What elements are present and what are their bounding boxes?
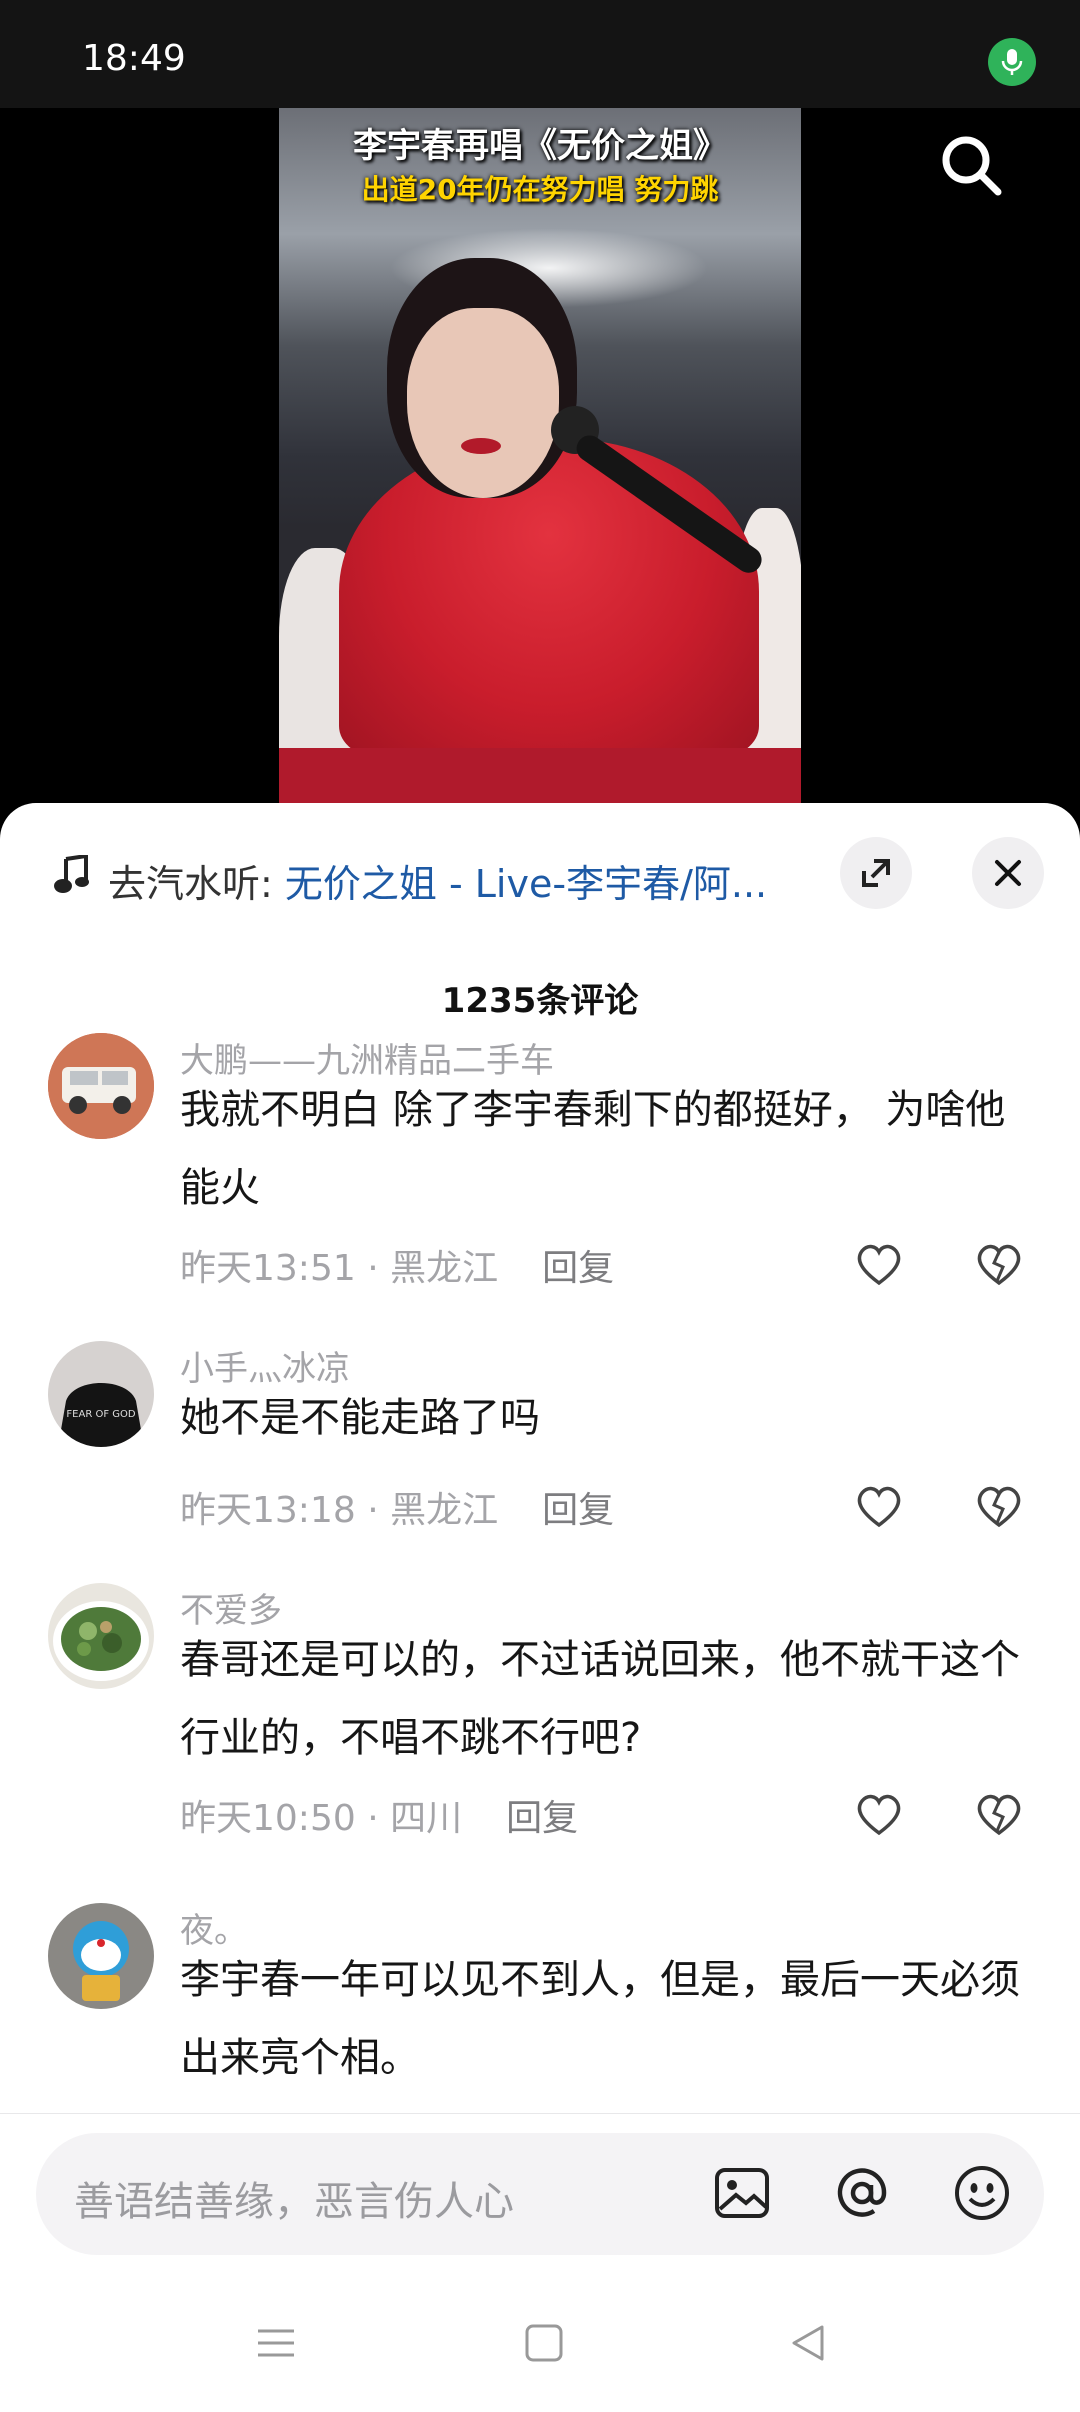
avatar[interactable]: FEAR OF GOD: [48, 1341, 154, 1447]
comment-time: 昨天10:50: [180, 1798, 356, 1839]
back-nav-icon[interactable]: [788, 2323, 828, 2363]
singer-lips: [461, 438, 501, 454]
comment-time: 昨天13:51: [180, 1248, 356, 1289]
comment-location: 四川: [390, 1798, 463, 1839]
music-link-row[interactable]: 去汽水听: 无价之姐 - Live-李宇春/阿...: [0, 835, 1080, 915]
comments-count: 1235条评论: [441, 981, 639, 1021]
status-time: 18:49: [82, 38, 186, 79]
input-divider: [0, 2113, 1080, 2114]
close-button[interactable]: [972, 837, 1044, 909]
dislike-icon[interactable]: [972, 1479, 1026, 1533]
reply-button[interactable]: 回复: [542, 1248, 614, 1289]
video-bottom-band: [279, 748, 801, 808]
search-icon[interactable]: [936, 130, 1008, 202]
singer-face: [407, 308, 559, 498]
home-nav-icon[interactable]: [524, 2323, 564, 2363]
comment-location: 黑龙江: [390, 1248, 499, 1289]
reply-button[interactable]: 回复: [542, 1490, 614, 1531]
music-link-text[interactable]: 去汽水听: 无价之姐 - Live-李宇春/阿...: [108, 853, 828, 908]
image-icon[interactable]: [712, 2163, 772, 2223]
video-subtitle: 出道20年仍在努力唱 努力跳: [361, 173, 719, 206]
comment-input[interactable]: 善语结善缘，恶言伤人心: [74, 2169, 514, 2227]
reply-button[interactable]: 回复: [506, 1798, 578, 1839]
avatar[interactable]: [48, 1903, 154, 2009]
music-song-title[interactable]: 无价之姐 - Live-李宇春/阿...: [285, 862, 767, 906]
close-icon: [995, 860, 1021, 886]
svg-text:FEAR OF GOD: FEAR OF GOD: [66, 1409, 135, 1420]
dislike-icon[interactable]: [972, 1787, 1026, 1841]
comment-text: 我就不明白 除了李宇春剩下的都挺好， 为啥他能火: [180, 1087, 1006, 1211]
dislike-icon[interactable]: [972, 1237, 1026, 1291]
emoji-icon[interactable]: [952, 2163, 1012, 2223]
comment-meta: 昨天13:18 · 黑龙江 回复: [180, 1490, 615, 1531]
comment-text: 春哥还是可以的，不过话说回来，他不就干这个行业的，不唱不跳不行吧?: [180, 1637, 1020, 1761]
comment-time: 昨天13:18: [180, 1490, 356, 1531]
avatar[interactable]: [48, 1033, 154, 1139]
comment-location: 黑龙江: [390, 1490, 499, 1531]
music-note-icon: [52, 853, 92, 899]
comment-text: 李宇春一年可以见不到人，但是，最后一天必须出来亮个相。: [180, 1957, 1020, 2081]
video-frame[interactable]: 李宇春再唱《无价之姐》 出道20年仍在努力唱 努力跳: [279, 108, 801, 808]
comment-text: 她不是不能走路了吗: [180, 1395, 540, 1441]
music-prefix: 去汽水听:: [108, 862, 285, 906]
comment-input-bar[interactable]: 善语结善缘，恶言伤人心: [36, 2133, 1044, 2255]
avatar[interactable]: [48, 1583, 154, 1689]
expand-icon: [862, 859, 890, 887]
comment-meta: 昨天10:50 · 四川 回复: [180, 1798, 579, 1839]
video-title: 李宇春再唱《无价之姐》: [353, 126, 727, 166]
singer-coat: [339, 438, 759, 758]
video-player[interactable]: 李宇春再唱《无价之姐》 出道20年仍在努力唱 努力跳: [0, 108, 1080, 808]
at-icon[interactable]: [832, 2163, 892, 2223]
menu-nav-icon[interactable]: [256, 2323, 296, 2363]
comment-sheet: 去汽水听: 无价之姐 - Live-李宇春/阿... 1235条评论 大鹏——九…: [0, 803, 1080, 2412]
like-icon[interactable]: [852, 1237, 906, 1291]
like-icon[interactable]: [852, 1479, 906, 1533]
microphone-icon: [988, 38, 1036, 86]
like-icon[interactable]: [852, 1787, 906, 1841]
comment-meta: 昨天13:51 · 黑龙江 回复: [180, 1248, 615, 1289]
expand-button[interactable]: [840, 837, 912, 909]
status-bar: 18:49: [0, 0, 1080, 108]
